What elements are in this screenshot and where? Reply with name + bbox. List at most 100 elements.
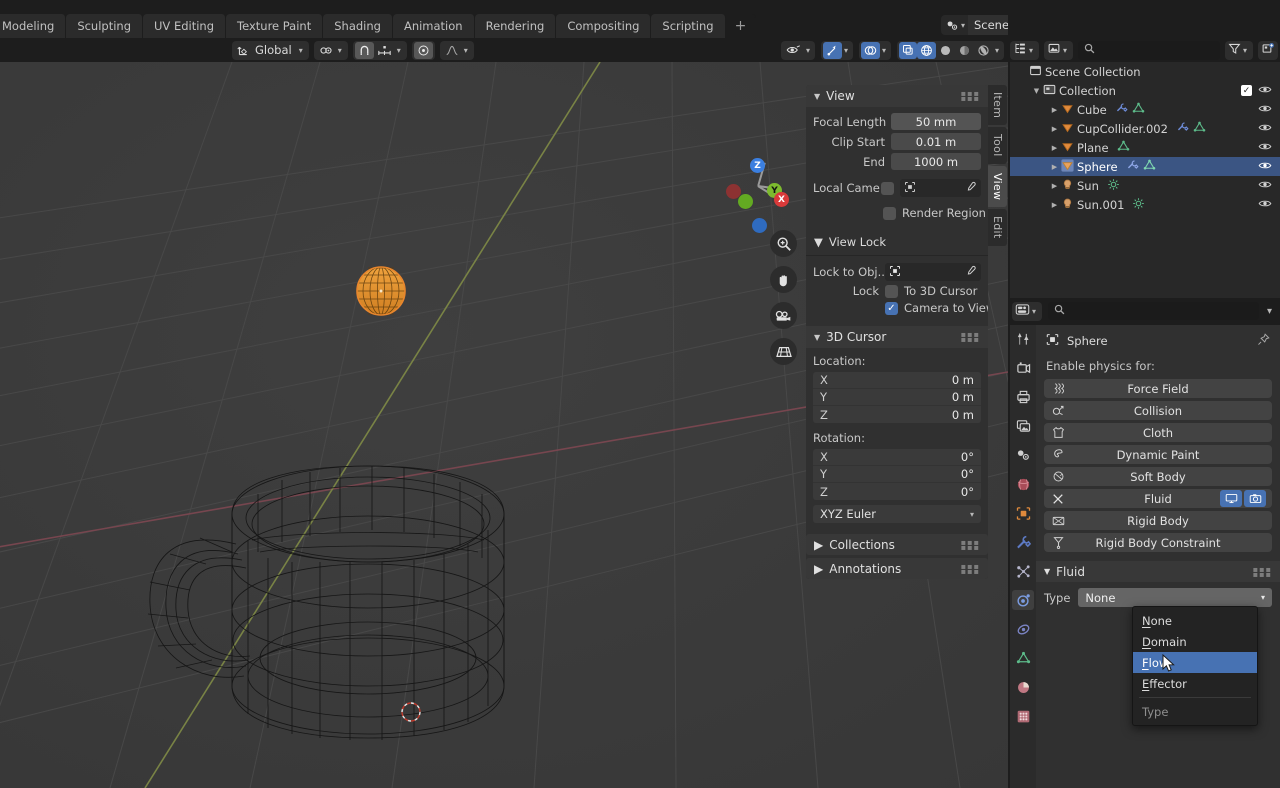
monitor-icon[interactable]	[1220, 490, 1242, 507]
zoom-icon[interactable]	[770, 230, 797, 257]
shading-modes[interactable]: ▾	[896, 40, 1004, 60]
camera-view-icon[interactable]	[770, 302, 797, 329]
overlays-icon[interactable]	[860, 41, 880, 59]
xray-icon[interactable]	[898, 41, 917, 59]
gizmo-icon[interactable]	[822, 41, 842, 59]
cursor-location-x[interactable]: X 0 m	[813, 372, 981, 389]
physics-button-rigid-body[interactable]: Rigid Body	[1044, 511, 1272, 530]
visibility-eye-icon[interactable]	[1258, 122, 1272, 136]
drag-grip-icon[interactable]: ▪▪▪ ▪▪▪	[961, 90, 980, 103]
workspace-tab-sculpting[interactable]: Sculpting	[66, 14, 144, 38]
outliner-row-scene-collection[interactable]: Scene Collection	[1010, 62, 1280, 81]
outliner-display-mode[interactable]: ▾	[1010, 40, 1040, 60]
shading-material-preview-icon[interactable]	[955, 42, 974, 59]
workspace-tab-modeling[interactable]: Modeling	[0, 14, 67, 38]
object-type-visibility[interactable]: ▾	[780, 40, 815, 60]
physics-button-soft-body[interactable]: Soft Body	[1044, 467, 1272, 486]
physics-button-rigid-body-constraint[interactable]: Rigid Body Constraint	[1044, 533, 1272, 552]
visibility-eye-icon[interactable]	[1258, 84, 1272, 98]
npanel-tab-item[interactable]: Item	[988, 85, 1007, 126]
shading-rendered-icon[interactable]	[974, 42, 993, 59]
physics-button-force-field[interactable]: Force Field	[1044, 379, 1272, 398]
expander[interactable]: ▼	[1030, 87, 1043, 95]
new-collection-button[interactable]	[1258, 40, 1278, 60]
properties-tab-constraints[interactable]	[1012, 619, 1034, 639]
properties-tab-world[interactable]	[1012, 474, 1034, 494]
gizmo-axis-neg-z[interactable]	[752, 218, 767, 233]
modifier-icon[interactable]	[1115, 102, 1128, 117]
properties-editor-type[interactable]: ▾	[1012, 301, 1043, 321]
physics-button-collision[interactable]: Collision	[1044, 401, 1272, 420]
chevron-down-icon[interactable]: ▾	[1267, 306, 1272, 317]
outliner-row-collection[interactable]: ▼ Collection ✓	[1010, 81, 1280, 100]
local-camera-checkbox[interactable]	[881, 181, 894, 195]
gizmo-axis-x[interactable]: X	[774, 192, 789, 207]
eyedropper-icon[interactable]	[965, 181, 977, 196]
expander[interactable]: ▶	[1048, 163, 1061, 171]
shading-solid-icon[interactable]	[936, 42, 955, 59]
rotation-mode-select[interactable]: XYZ Euler ▾	[813, 505, 981, 523]
properties-tab-object[interactable]	[1012, 503, 1034, 523]
workspace-tab-scripting[interactable]: Scripting	[651, 14, 726, 38]
outliner-filter[interactable]: ▾	[1224, 40, 1253, 60]
expander[interactable]: ▶	[1048, 182, 1061, 190]
proportional-edit-group[interactable]	[411, 40, 435, 60]
falloff-group[interactable]: ▾	[439, 40, 474, 60]
mesh-data-icon[interactable]	[1132, 102, 1145, 117]
gizmo-axis-neg-y[interactable]	[738, 194, 753, 209]
properties-tab-scene[interactable]	[1012, 445, 1034, 465]
proportional-edit-icon[interactable]	[413, 41, 433, 59]
lock-to-3d-cursor-checkbox[interactable]	[885, 284, 898, 298]
mesh-data-icon[interactable]	[1117, 140, 1130, 155]
properties-search-input[interactable]	[1048, 302, 1259, 320]
camera-icon[interactable]	[1244, 490, 1266, 507]
properties-tab-tool[interactable]	[1012, 329, 1034, 349]
visibility-eye-icon[interactable]	[1258, 160, 1272, 174]
npanel-tab-edit[interactable]: Edit	[988, 209, 1007, 246]
orientation-label[interactable]: Global	[253, 43, 297, 57]
fluid-panel-header[interactable]: ▼ Fluid ▪▪▪ ▪▪▪	[1036, 561, 1280, 582]
expander[interactable]: ▶	[1048, 201, 1061, 209]
visibility-eye-icon[interactable]	[1258, 103, 1272, 117]
properties-tab-output[interactable]	[1012, 387, 1034, 407]
dropdown-item-effector[interactable]: Effector	[1133, 673, 1257, 694]
light-data-icon[interactable]	[1132, 197, 1145, 213]
view-lock-header[interactable]: ▼ View Lock	[806, 231, 988, 251]
fluid-type-dropdown-menu[interactable]: None Domain Flow Effector Type	[1132, 606, 1258, 726]
properties-tab-physics[interactable]	[1012, 590, 1034, 610]
outliner-row-sphere[interactable]: ▶ Sphere	[1010, 157, 1280, 176]
cursor-rotation-y[interactable]: Y 0°	[813, 466, 981, 483]
overlays-group[interactable]: ▾	[858, 40, 891, 60]
drag-grip-icon[interactable]: ▪▪▪ ▪▪▪	[961, 538, 980, 551]
properties-tab-material[interactable]	[1012, 677, 1034, 697]
npanel-tab-view[interactable]: View	[988, 165, 1007, 208]
snap-target-icon[interactable]	[374, 42, 395, 59]
cursor-rotation-x[interactable]: X 0°	[813, 449, 981, 466]
local-camera-field[interactable]	[900, 179, 981, 197]
workspace-tab-compositing[interactable]: Compositing	[556, 14, 652, 38]
modifier-icon[interactable]	[1176, 121, 1189, 136]
visibility-eye-icon[interactable]	[1258, 179, 1272, 193]
toggle-ortho-icon[interactable]	[770, 338, 797, 365]
dropdown-item-domain[interactable]: Domain	[1133, 631, 1257, 652]
3d-cursor-section-header[interactable]: ▼ 3D Cursor ▪▪▪ ▪▪▪	[806, 326, 988, 348]
npanel-tab-tool[interactable]: Tool	[988, 127, 1007, 164]
expander[interactable]: ▶	[1048, 144, 1061, 152]
workspace-tab-rendering[interactable]: Rendering	[474, 14, 557, 38]
add-workspace-button[interactable]: +	[726, 14, 757, 38]
workspace-tab-uv-editing[interactable]: UV Editing	[143, 14, 227, 38]
drag-grip-icon[interactable]: ▪▪▪ ▪▪▪	[961, 562, 980, 575]
outliner-id-filter[interactable]: ▾	[1044, 40, 1074, 60]
outliner-row-cube[interactable]: ▶ Cube	[1010, 100, 1280, 119]
workspace-tab-animation[interactable]: Animation	[392, 14, 475, 38]
properties-tab-object-data[interactable]	[1012, 648, 1034, 668]
properties-tab-particles[interactable]	[1012, 561, 1034, 581]
magnet-icon[interactable]	[354, 41, 374, 59]
workspace-tab-shading[interactable]: Shading	[323, 14, 393, 38]
physics-button-fluid[interactable]: Fluid	[1044, 489, 1272, 508]
cursor-rotation-z[interactable]: Z 0°	[813, 483, 981, 500]
clip-end-field[interactable]: 1000 m	[891, 153, 981, 170]
camera-to-view-checkbox[interactable]: ✓	[885, 301, 898, 315]
pin-icon[interactable]	[1257, 333, 1270, 349]
clip-start-field[interactable]: 0.01 m	[891, 133, 981, 150]
